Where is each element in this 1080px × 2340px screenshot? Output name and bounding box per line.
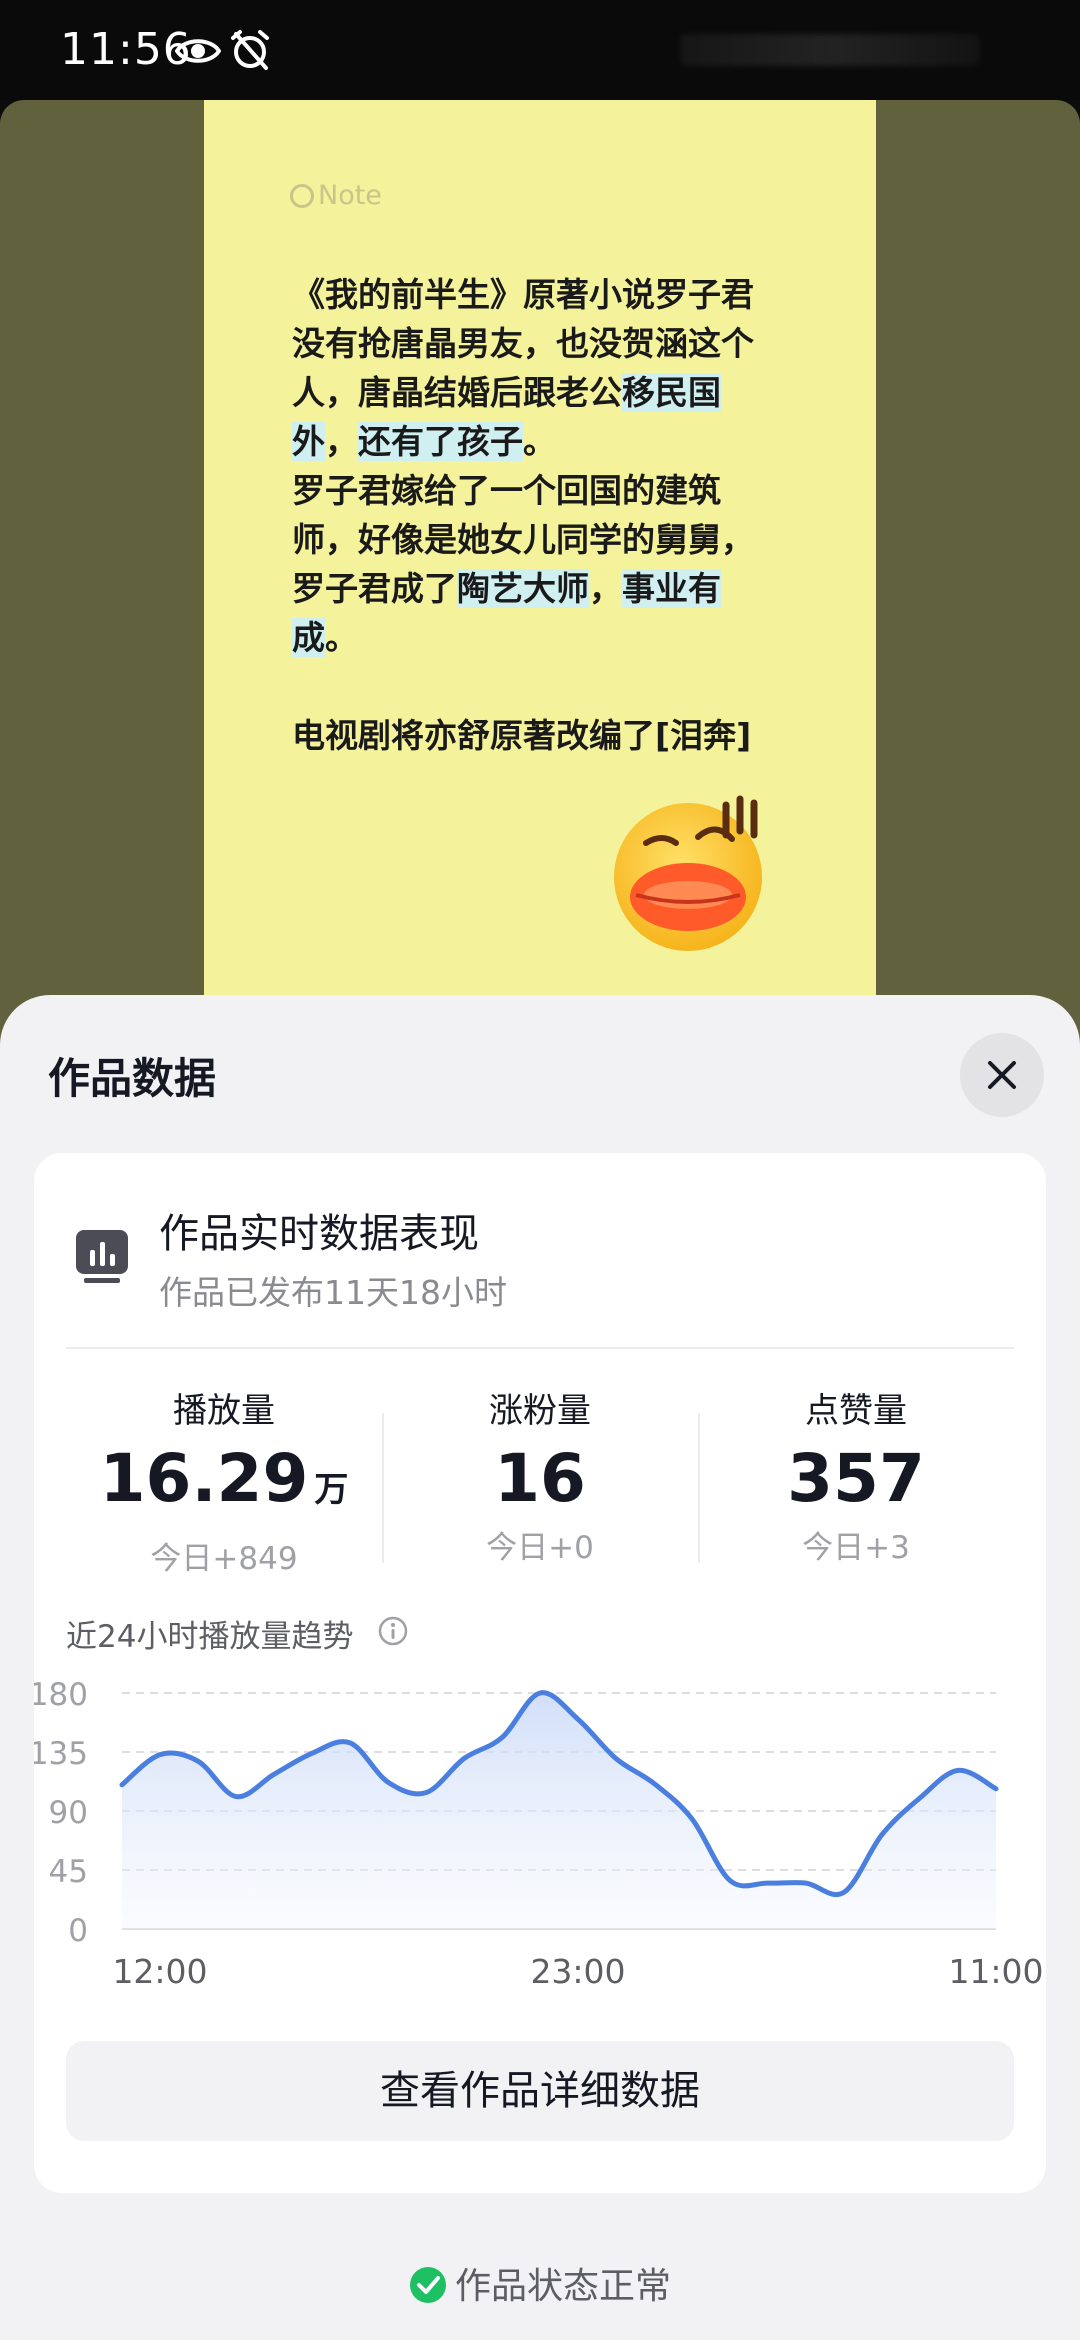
sheet-title: 作品数据: [48, 1054, 217, 1103]
note-segment: ，: [325, 422, 358, 461]
note-segment: 师，好像是她女儿同学的舅舅，: [292, 520, 754, 559]
y-tick-label: 0: [68, 1913, 88, 1949]
divider: [66, 1347, 1014, 1349]
note-header-label: Note: [318, 180, 382, 211]
note-highlight: 事业有: [622, 569, 721, 608]
stat-separator: [382, 1413, 384, 1563]
note-highlight: 陶艺大师: [457, 569, 589, 608]
status-bar: 11:56: [0, 0, 1080, 100]
stat-plays: 播放量 16.29 万 今日+849: [74, 1383, 374, 1578]
stat-likes: 点赞量 357 今日+3: [706, 1383, 1006, 1567]
close-button[interactable]: [960, 1033, 1044, 1117]
note-segment: 罗子君嫁给了一个回国的建筑: [292, 471, 721, 510]
stat-value: 16.29 万: [74, 1440, 374, 1529]
note-card: Note 《我的前半生》原著小说罗子君 没有抢唐晶男友，也没贺涵这个 人，唐晶结婚后…: [204, 100, 876, 1050]
note-highlight: 成: [292, 618, 325, 657]
note-highlight: 还有了孩子: [358, 422, 523, 461]
note-segment: 。: [325, 618, 358, 657]
stats-row: 播放量 16.29 万 今日+849 涨粉量 16 今日+0 点赞量 357 今日…: [34, 1383, 1046, 1577]
note-segment: 《我的前半生》原著小说罗子君: [292, 275, 754, 314]
note-highlight: 外: [292, 422, 325, 461]
x-tick-label: 12:00: [112, 1952, 207, 1991]
check-circle-icon: [409, 2267, 446, 2303]
x-tick-label: 23:00: [530, 1952, 625, 1991]
note-text: 《我的前半生》原著小说罗子君 没有抢唐晶男友，也没贺涵这个 人，唐晶结婚后跟老公移民…: [292, 270, 812, 760]
note-line: 没有抢唐晶男友，也没贺涵这个: [292, 319, 812, 368]
work-status-text: 作品状态正常: [454, 2266, 671, 2307]
stat-unit: 万: [314, 1470, 349, 1510]
note-line: 人，唐晶结婚后跟老公移民国: [292, 368, 812, 417]
note-line: 成。: [292, 613, 812, 662]
stat-today: 今日+3: [802, 1530, 910, 1566]
work-data-sheet: 作品数据 作品实时数据表现 作品已发布11天18小时 播放量 16.29 万 今日…: [0, 995, 1080, 2340]
stat-value: 357: [706, 1440, 1006, 1518]
data-card: 作品实时数据表现 作品已发布11天18小时 播放量 16.29 万 今日+849 …: [34, 1153, 1046, 2193]
note-line: 师，好像是她女儿同学的舅舅，: [292, 515, 812, 564]
stat-label: 点赞量: [805, 1391, 907, 1431]
note-line: 罗子君成了陶艺大师，事业有: [292, 564, 812, 613]
note-segment: 人，唐晶结婚后跟老公: [292, 373, 622, 412]
card-title: 作品实时数据表现: [159, 1211, 479, 1257]
stat-value: 16: [390, 1440, 690, 1518]
stat-today: 今日+0: [486, 1530, 594, 1566]
stat-separator: [698, 1413, 700, 1563]
note-line: 罗子君嫁给了一个回国的建筑: [292, 466, 812, 515]
stat-number: 16.29: [99, 1440, 309, 1517]
note-line: 电视剧将亦舒原著改编了[泪奔]: [292, 711, 812, 760]
note-segment: 罗子君成了: [292, 569, 457, 608]
alarm-off-icon: [231, 30, 269, 70]
info-icon[interactable]: [377, 1615, 409, 1647]
status-time: 11:56: [60, 24, 192, 75]
note-header: Note: [290, 180, 382, 211]
work-status: 作品状态正常: [0, 2257, 1080, 2309]
crying-duck-emoji-icon: [614, 795, 762, 951]
stat-label: 涨粉量: [489, 1391, 591, 1431]
trend-title: 近24小时播放量趋势: [66, 1619, 354, 1655]
publish-duration: 作品已发布11天18小时: [159, 1273, 507, 1312]
trend-chart: 0 45 90 135 180 12:00 23:00 11:00: [34, 1677, 1044, 1991]
note-highlight: 移民国: [622, 373, 721, 412]
stat-number: 16: [494, 1440, 586, 1517]
y-tick-label: 90: [49, 1795, 88, 1831]
note-line: 《我的前半生》原著小说罗子君: [292, 270, 812, 319]
stat-label: 播放量: [173, 1391, 275, 1431]
note-line: 外，还有了孩子。: [292, 417, 812, 466]
x-tick-label: 11:00: [948, 1952, 1043, 1991]
note-segment: 没有抢唐晶男友，也没贺涵这个: [292, 324, 754, 363]
y-tick-label: 180: [34, 1677, 88, 1713]
y-tick-label: 135: [34, 1736, 88, 1772]
circle-icon: [290, 184, 314, 208]
note-segment: 电视剧将亦舒原著改编了[泪奔]: [292, 716, 752, 755]
note-segment: ，: [589, 569, 622, 608]
status-indicators: [680, 34, 980, 66]
view-detail-button[interactable]: 查看作品详细数据: [66, 2041, 1014, 2141]
stat-number: 357: [787, 1440, 925, 1517]
stat-today: 今日+849: [150, 1541, 298, 1577]
stat-followers: 涨粉量 16 今日+0: [390, 1383, 690, 1567]
video-preview: Note 《我的前半生》原著小说罗子君 没有抢唐晶男友，也没贺涵这个 人，唐晶结婚后…: [0, 100, 1080, 1050]
eye-icon: [175, 39, 221, 63]
note-segment: 。: [523, 422, 556, 461]
close-icon: [988, 1061, 1016, 1089]
y-tick-label: 45: [49, 1854, 88, 1890]
note-line: [292, 662, 812, 711]
bar-chart-icon: [76, 1230, 128, 1283]
